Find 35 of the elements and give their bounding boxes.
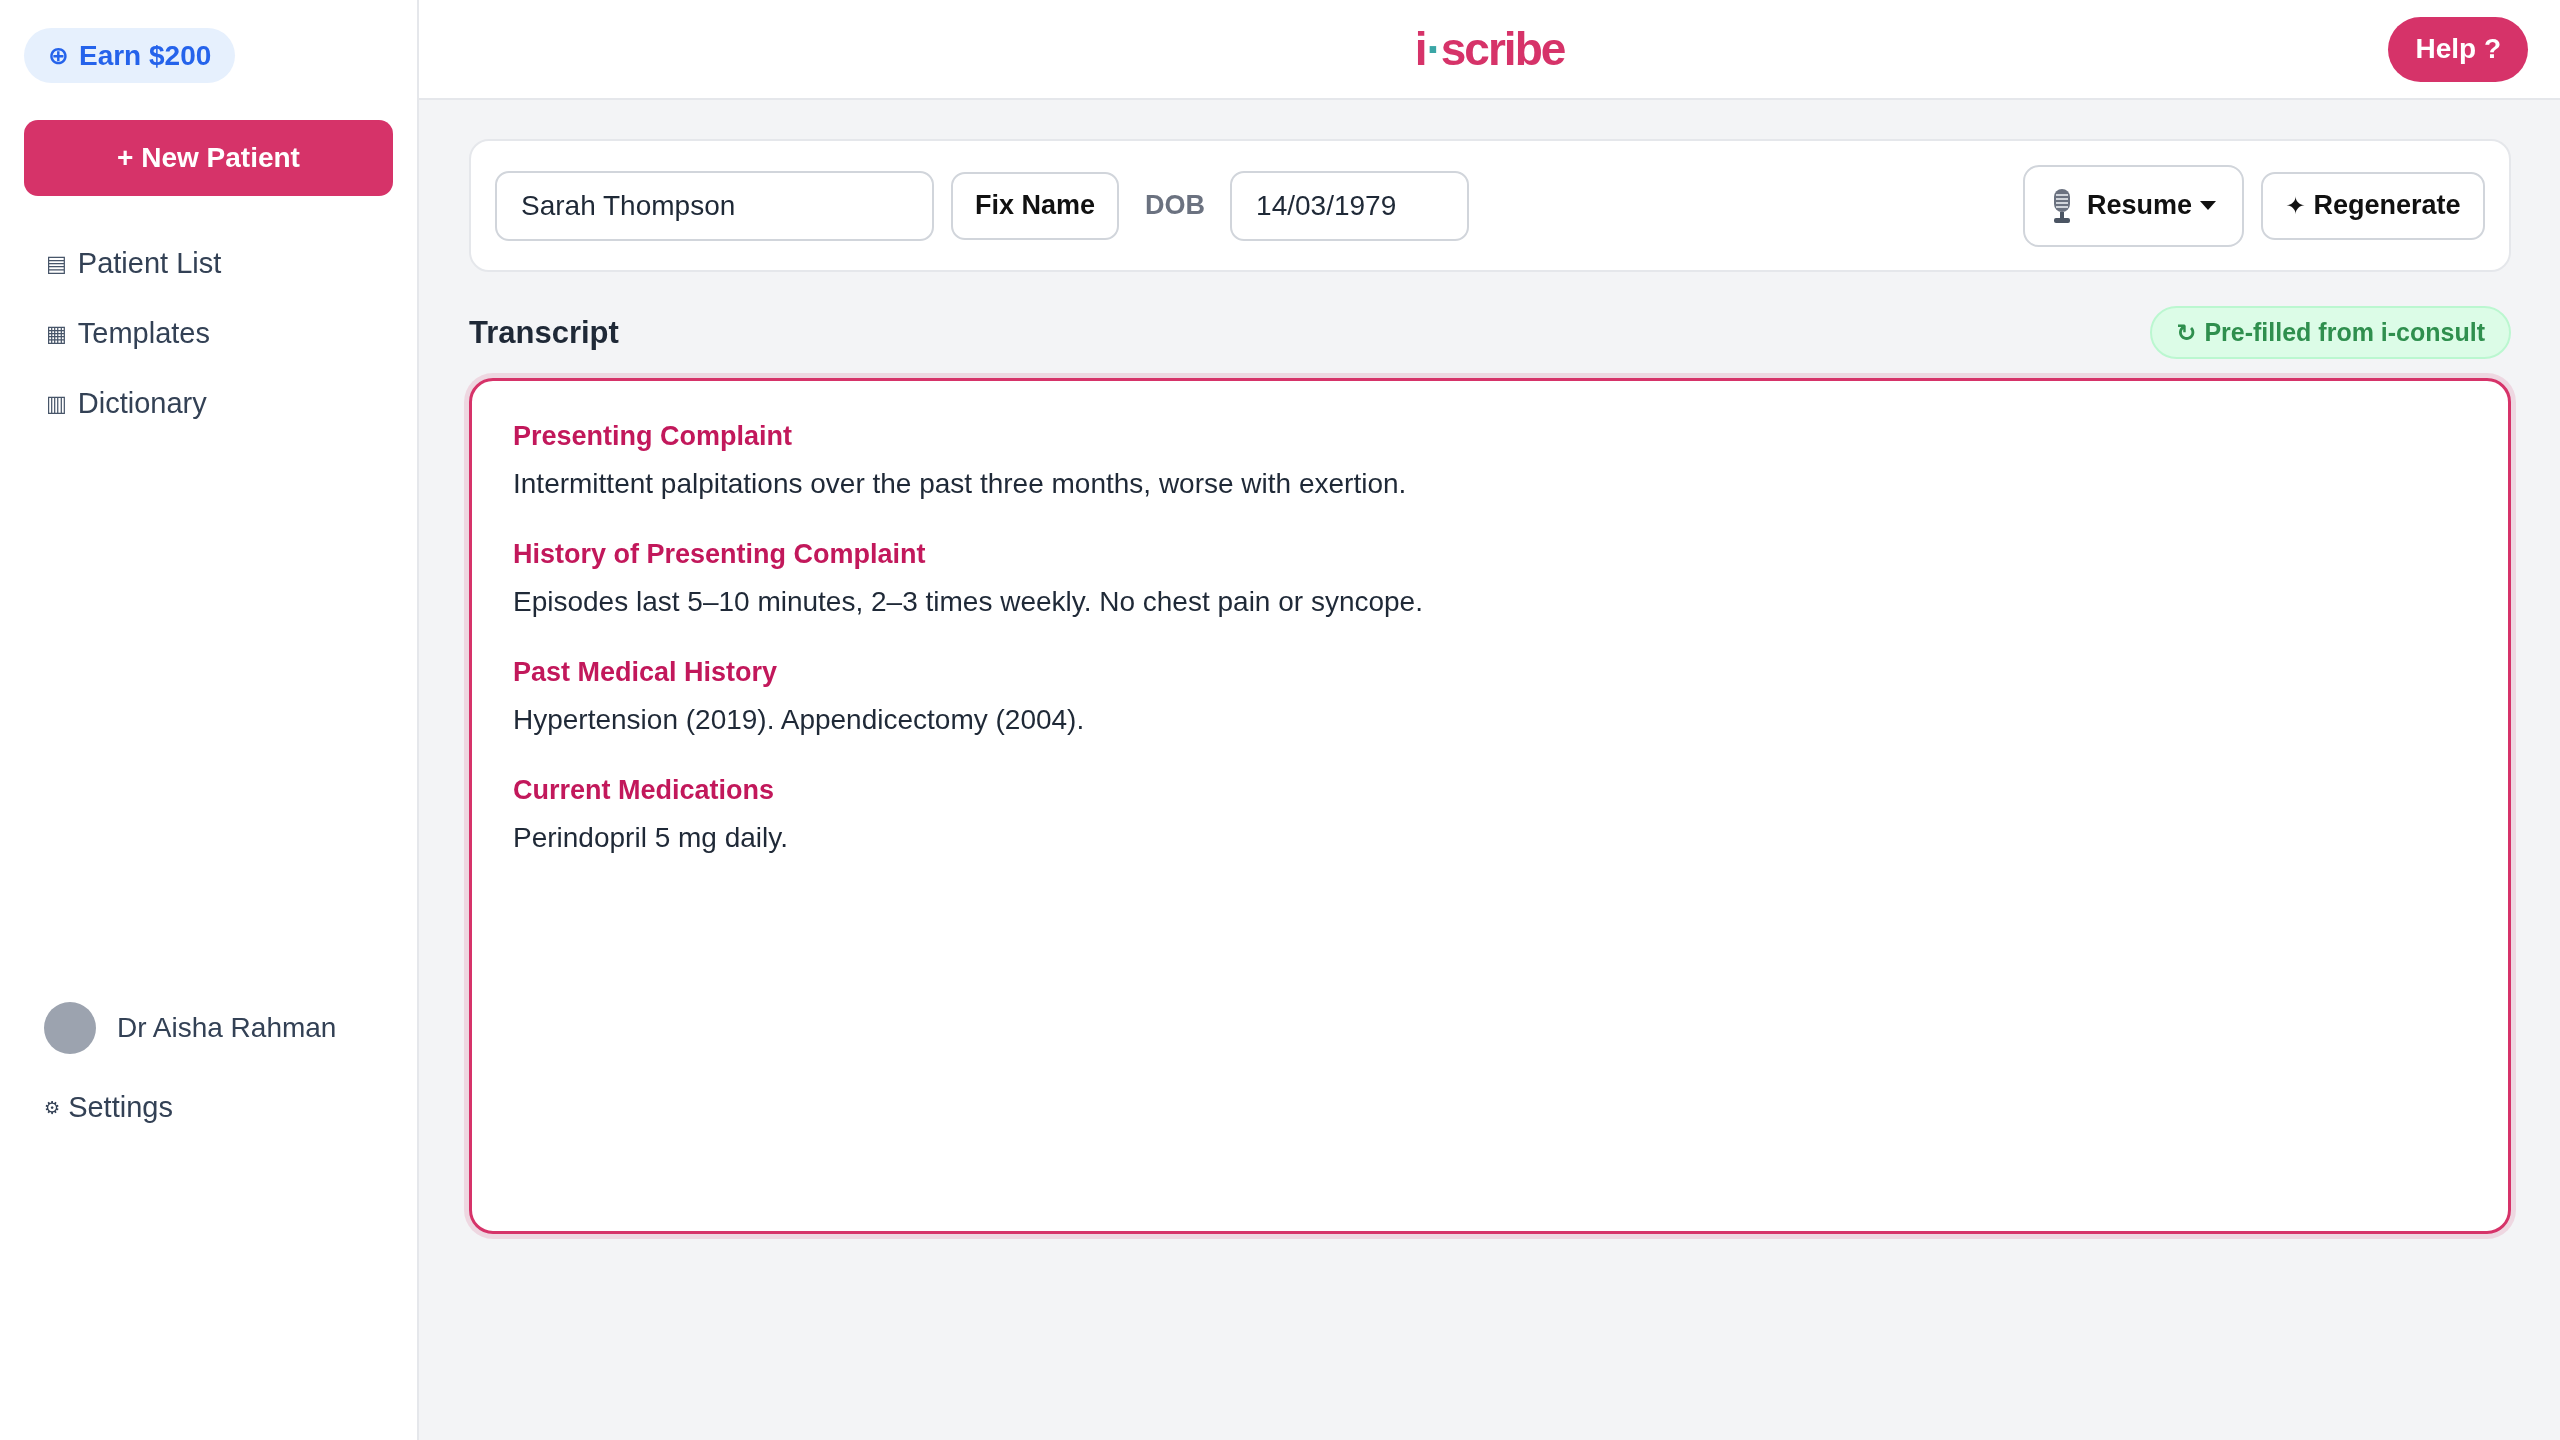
logo-wordmark: i·scribe [1414, 26, 1565, 72]
dob-field[interactable]: 14/03/1979 [1230, 170, 1470, 241]
section-text: Intermittent palpitations over the past three months, worse with exertion. [513, 467, 1407, 501]
section-heading: Presenting Complaint [513, 420, 793, 453]
user-name: Dr Aisha Rahman [117, 1011, 337, 1045]
section-text: Perindopril 5 mg daily. [513, 821, 788, 855]
sidebar-item[interactable]: ▦ Templates [46, 314, 210, 354]
avatar-icon [44, 1002, 96, 1054]
sidebar-item[interactable]: ▤ Patient List [46, 244, 222, 284]
help-button[interactable]: Help ? [2388, 16, 2528, 82]
section-text: Episodes last 5–10 minutes, 2–3 times weekly. No chest pain or syncope. [513, 585, 1423, 619]
list-icon: ▤ [46, 253, 67, 275]
grid-icon: ▦ [46, 323, 67, 345]
plus-circle-icon: ⊕ [48, 43, 69, 68]
fix-name-button[interactable]: Fix Name [951, 171, 1120, 240]
section-heading: Past Medical History [513, 656, 778, 689]
settings-link[interactable]: ⚙ Settings [44, 1088, 173, 1128]
transcript-editor[interactable] [469, 378, 2511, 1234]
sparkle-icon: ✦ [2285, 193, 2306, 218]
refresh-icon: ↻ [2176, 320, 2197, 345]
section-heading: Current Medications [513, 774, 775, 807]
resume-button[interactable]: Resume [2023, 164, 2244, 247]
badge-label: Pre-filled from i-consult [2204, 316, 2485, 348]
section-heading: History of Presenting Complaint [513, 538, 926, 571]
section-text: Hypertension (2019). Appendicectomy (2004). [513, 703, 1085, 737]
columns-icon: ▥ [46, 393, 67, 415]
new-patient-button[interactable]: + New Patient [24, 120, 393, 196]
earn-link[interactable]: ⊕ Earn $200 [24, 28, 236, 83]
sidebar-item[interactable]: ▥ Dictionary [46, 384, 207, 424]
caret-icon [2200, 201, 2216, 210]
name-field[interactable]: Sarah Thompson [495, 170, 934, 241]
settings-icon: ⚙ [44, 1099, 61, 1117]
regenerate-button[interactable]: ✦ Regenerate [2261, 171, 2485, 240]
section-title: Transcript [469, 313, 619, 352]
dob-label: DOB [1145, 189, 1206, 223]
